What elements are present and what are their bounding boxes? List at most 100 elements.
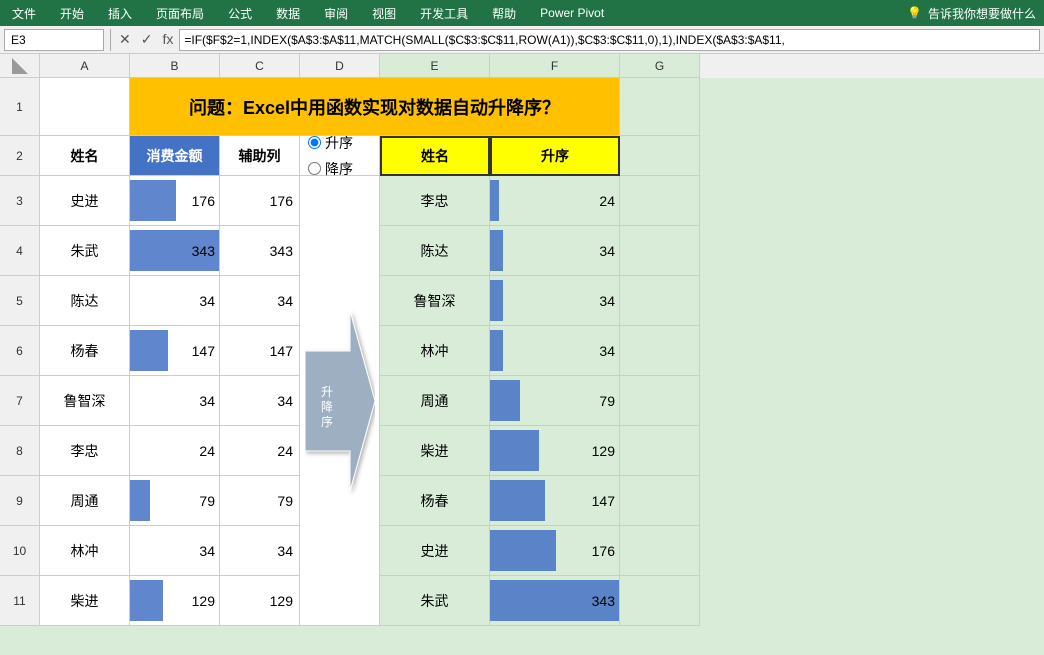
cell-b4: 343	[130, 226, 220, 276]
row-num-11: 11	[0, 576, 40, 626]
row-6: 6杨春147147林冲34	[0, 326, 1044, 376]
cell-g11	[620, 576, 700, 626]
cell-c2: 辅助列	[220, 136, 300, 176]
cell-b6: 147	[130, 326, 220, 376]
cell-c7: 34	[220, 376, 300, 426]
cell-b8: 24	[130, 426, 220, 476]
arrow-icon: 升 降 序	[305, 301, 375, 501]
search-area: 💡 告诉我你想要做什么	[907, 5, 1036, 22]
svg-text:序: 序	[320, 414, 332, 429]
cell-g8	[620, 426, 700, 476]
fx-icon[interactable]: fx	[160, 29, 175, 50]
cell-e7: 周通	[380, 376, 490, 426]
cell-e10: 史进	[380, 526, 490, 576]
cell-g9	[620, 476, 700, 526]
cell-f9: 147	[490, 476, 620, 526]
cell-f3: 24	[490, 176, 620, 226]
row-num-7: 7	[0, 376, 40, 426]
cell-c4: 343	[220, 226, 300, 276]
col-header-a[interactable]: A	[40, 54, 130, 78]
cell-b2: 消费金额	[130, 136, 220, 176]
cell-e11: 朱武	[380, 576, 490, 626]
radio-descending[interactable]	[308, 162, 321, 175]
formula-divider	[110, 29, 111, 51]
cell-b10: 34	[130, 526, 220, 576]
menu-item-insert[interactable]: 插入	[104, 3, 136, 24]
cell-f8: 129	[490, 426, 620, 476]
cell-a6: 杨春	[40, 326, 130, 376]
cell-e5: 鲁智深	[380, 276, 490, 326]
cell-f6: 34	[490, 326, 620, 376]
cell-a3: 史进	[40, 176, 130, 226]
row-1: 1 问题：Excel中用函数实现对数据自动升降序？	[0, 78, 1044, 136]
cell-b7: 34	[130, 376, 220, 426]
menu-item-file[interactable]: 文件	[8, 3, 40, 24]
radio-ascending[interactable]	[308, 136, 321, 149]
cell-e6: 林冲	[380, 326, 490, 376]
cell-c9: 79	[220, 476, 300, 526]
menu-item-help[interactable]: 帮助	[488, 3, 520, 24]
cell-b9: 79	[130, 476, 220, 526]
row-num-1: 1	[0, 78, 40, 136]
svg-text:升: 升	[320, 385, 332, 399]
row-8: 8李忠2424柴进129	[0, 426, 1044, 476]
radio-ascending-label[interactable]: 升序	[308, 133, 353, 153]
search-text[interactable]: 告诉我你想要做什么	[928, 5, 1036, 22]
row-10: 10林冲3434史进176	[0, 526, 1044, 576]
col-header-c[interactable]: C	[220, 54, 300, 78]
col-header-d[interactable]: D	[300, 54, 380, 78]
row-num-5: 5	[0, 276, 40, 326]
row-num-3: 3	[0, 176, 40, 226]
menu-item-view[interactable]: 视图	[368, 3, 400, 24]
row-3: 3史进176176 升 降 序 李忠24	[0, 176, 1044, 226]
row-5: 5陈达3434鲁智深34	[0, 276, 1044, 326]
cell-c8: 24	[220, 426, 300, 476]
cell-g2	[620, 136, 700, 176]
cell-g1	[620, 78, 700, 136]
cell-g3	[620, 176, 700, 226]
col-header-f[interactable]: F	[490, 54, 620, 78]
cell-e9: 杨春	[380, 476, 490, 526]
col-header-e[interactable]: E	[380, 54, 490, 78]
corner-cell	[0, 54, 40, 78]
cell-c10: 34	[220, 526, 300, 576]
cell-e2: 姓名	[380, 136, 490, 176]
spreadsheet: A B C D E F G 1 问题：Excel中用函数实现对数据自动升降序？ …	[0, 54, 1044, 626]
menu-item-home[interactable]: 开始	[56, 3, 88, 24]
menu-item-developer[interactable]: 开发工具	[416, 3, 472, 24]
menu-item-pagelayout[interactable]: 页面布局	[152, 3, 208, 24]
menu-item-data[interactable]: 数据	[272, 3, 304, 24]
cell-b5: 34	[130, 276, 220, 326]
cell-f2: 升序	[490, 136, 620, 176]
data-rows: 3史进176176 升 降 序 李忠244朱武343343陈达345陈达3434…	[0, 176, 1044, 626]
cell-g4	[620, 226, 700, 276]
cell-b11: 129	[130, 576, 220, 626]
menu-bar: 文件 开始 插入 页面布局 公式 数据 审阅 视图 开发工具 帮助 Power …	[0, 0, 1044, 26]
row-7: 7鲁智深3434周通79	[0, 376, 1044, 426]
svg-text:降: 降	[320, 400, 332, 414]
menu-item-formula[interactable]: 公式	[224, 3, 256, 24]
cell-g6	[620, 326, 700, 376]
cell-e8: 柴进	[380, 426, 490, 476]
row-9: 9周通7979杨春147	[0, 476, 1044, 526]
search-icon: 💡	[907, 6, 922, 20]
menu-item-review[interactable]: 审阅	[320, 3, 352, 24]
cancel-icon[interactable]: ✕	[117, 29, 133, 50]
cell-a10: 林冲	[40, 526, 130, 576]
row-num-9: 9	[0, 476, 40, 526]
cell-reference-box[interactable]: E3	[4, 29, 104, 51]
row-num-2: 2	[0, 136, 40, 176]
merged-title: 问题：Excel中用函数实现对数据自动升降序？	[130, 78, 620, 136]
formula-input[interactable]	[179, 29, 1040, 51]
col-header-b[interactable]: B	[130, 54, 220, 78]
row-2: 2 姓名 消费金额 辅助列 升序 降序 姓名 升序	[0, 136, 1044, 176]
cell-g7	[620, 376, 700, 426]
cell-c6: 147	[220, 326, 300, 376]
confirm-icon[interactable]: ✓	[139, 29, 155, 50]
cell-f10: 176	[490, 526, 620, 576]
cell-b3: 176	[130, 176, 220, 226]
cell-a9: 周通	[40, 476, 130, 526]
menu-item-powerpivot[interactable]: Power Pivot	[536, 4, 608, 22]
col-header-g[interactable]: G	[620, 54, 700, 78]
cell-c11: 129	[220, 576, 300, 626]
